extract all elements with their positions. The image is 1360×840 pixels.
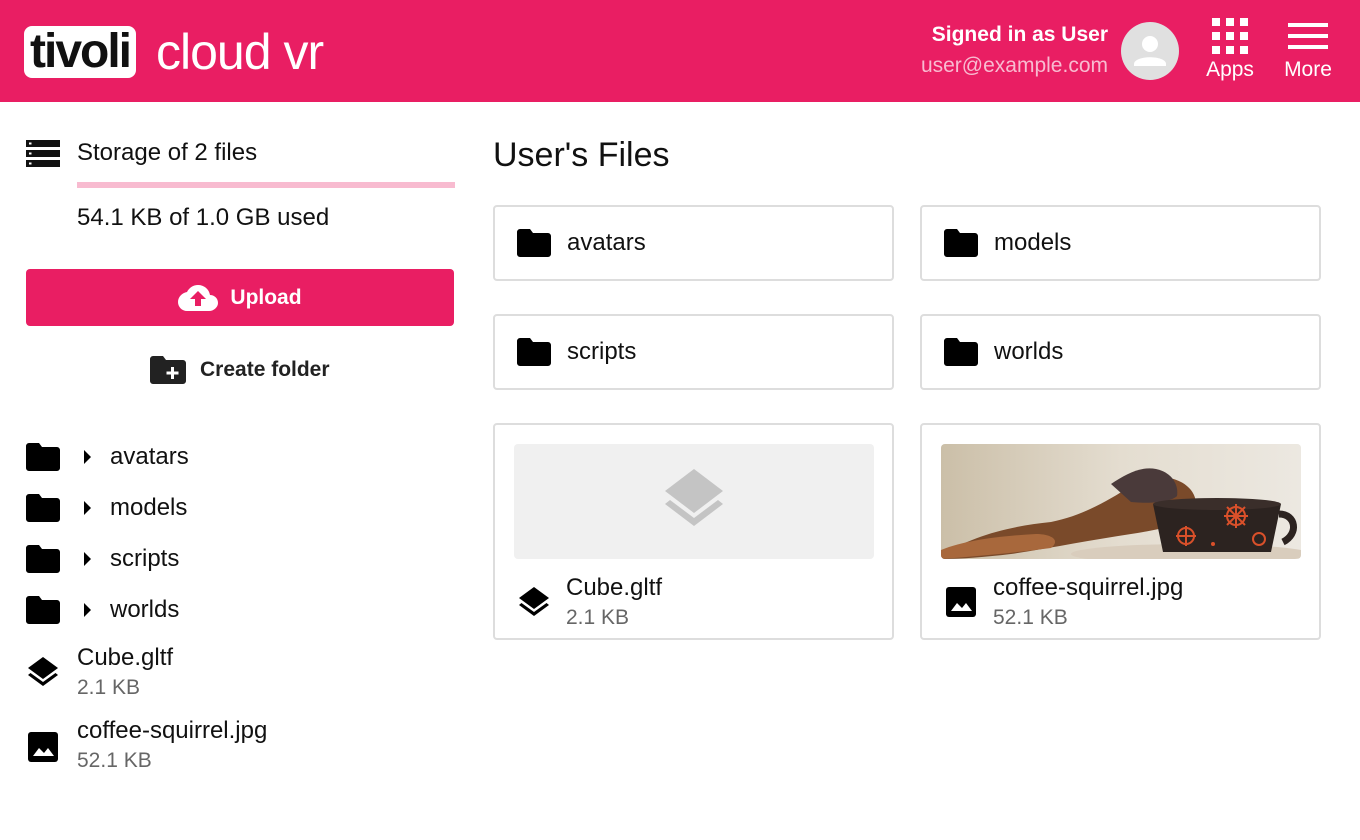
tree-folder-scripts[interactable]: scripts (26, 539, 446, 579)
folder-icon (26, 545, 60, 573)
file-thumbnail-image (941, 444, 1301, 559)
chevron-right-icon[interactable] (74, 437, 100, 477)
storage-icon (26, 140, 60, 167)
storage-summary: Storage of 2 files (26, 134, 456, 174)
image-icon (28, 732, 58, 762)
chevron-right-icon[interactable] (74, 488, 100, 528)
user-email: user@example.com (920, 54, 1108, 77)
cloud-upload-icon (178, 284, 219, 311)
squirrel-photo (941, 444, 1301, 559)
tree-file-cube[interactable]: Cube.gltf 2.1 KB (26, 643, 446, 703)
app-header: tivoli cloud vr Signed in as User user@e… (0, 0, 1360, 102)
file-card-size: 2.1 KB (566, 606, 630, 629)
folder-icon (26, 443, 60, 471)
tree-folder-label: scripts (110, 545, 180, 572)
folder-icon (944, 229, 978, 257)
folder-card-avatars[interactable]: avatars (493, 205, 894, 281)
storage-used-text: 54.1 KB of 1.0 GB used (77, 204, 330, 231)
folder-card-label: models (994, 229, 1072, 256)
tree-folder-label: models (110, 494, 188, 521)
folder-icon (26, 494, 60, 522)
create-folder-label: Create folder (200, 358, 330, 381)
file-thumbnail-placeholder (514, 444, 874, 559)
logo[interactable]: tivoli cloud vr (24, 24, 324, 80)
folder-card-models[interactable]: models (920, 205, 1321, 281)
tree-file-size: 52.1 KB (77, 749, 152, 772)
folder-card-worlds[interactable]: worlds (920, 314, 1321, 390)
file-card-name: Cube.gltf (566, 574, 663, 601)
file-card-name: coffee-squirrel.jpg (993, 574, 1184, 601)
layers-icon (28, 657, 58, 686)
upload-button[interactable]: Upload (26, 269, 454, 326)
folder-icon (944, 338, 978, 366)
person-icon (1134, 36, 1166, 66)
menu-icon (1288, 23, 1328, 49)
create-folder-button[interactable]: Create folder (150, 350, 330, 390)
file-card-coffee-squirrel[interactable]: coffee-squirrel.jpg 52.1 KB (920, 423, 1321, 640)
tree-file-coffee-squirrel[interactable]: coffee-squirrel.jpg 52.1 KB (26, 716, 446, 776)
tree-folder-models[interactable]: models (26, 488, 446, 528)
tree-file-size: 2.1 KB (77, 676, 141, 699)
layers-icon (665, 469, 723, 526)
folder-card-label: avatars (567, 229, 646, 256)
tree-folder-worlds[interactable]: worlds (26, 590, 446, 630)
more-button[interactable]: More (1273, 18, 1343, 88)
file-card-cube[interactable]: Cube.gltf 2.1 KB (493, 423, 894, 640)
folder-icon (517, 229, 551, 257)
tree-folder-label: worlds (110, 596, 180, 623)
more-label: More (1284, 58, 1332, 81)
chevron-right-icon[interactable] (74, 539, 100, 579)
apps-grid-icon (1212, 18, 1248, 54)
logo-word: tivoli (24, 26, 137, 78)
avatar[interactable] (1121, 22, 1179, 80)
create-folder-icon (150, 356, 186, 384)
apps-label: Apps (1206, 58, 1254, 81)
upload-label: Upload (230, 285, 302, 309)
storage-progress-bar (77, 182, 455, 188)
tree-file-name: Cube.gltf (77, 644, 174, 671)
page-title: User's Files (493, 136, 670, 174)
folder-icon (26, 596, 60, 624)
chevron-right-icon[interactable] (74, 590, 100, 630)
folder-card-label: scripts (567, 338, 637, 365)
tree-folder-label: avatars (110, 443, 189, 470)
folder-card-scripts[interactable]: scripts (493, 314, 894, 390)
file-card-size: 52.1 KB (993, 606, 1068, 629)
user-info: Signed in as User user@example.com (921, 20, 1108, 82)
layers-icon (519, 587, 549, 616)
tree-file-name: coffee-squirrel.jpg (77, 717, 268, 744)
signed-in-text: Signed in as User (931, 23, 1108, 46)
apps-button[interactable]: Apps (1195, 18, 1265, 88)
folder-icon (517, 338, 551, 366)
folder-card-label: worlds (994, 338, 1064, 365)
image-icon (946, 587, 976, 617)
storage-title: Storage of 2 files (77, 139, 258, 166)
tree-folder-avatars[interactable]: avatars (26, 437, 446, 477)
logo-text: cloud vr (156, 24, 324, 80)
